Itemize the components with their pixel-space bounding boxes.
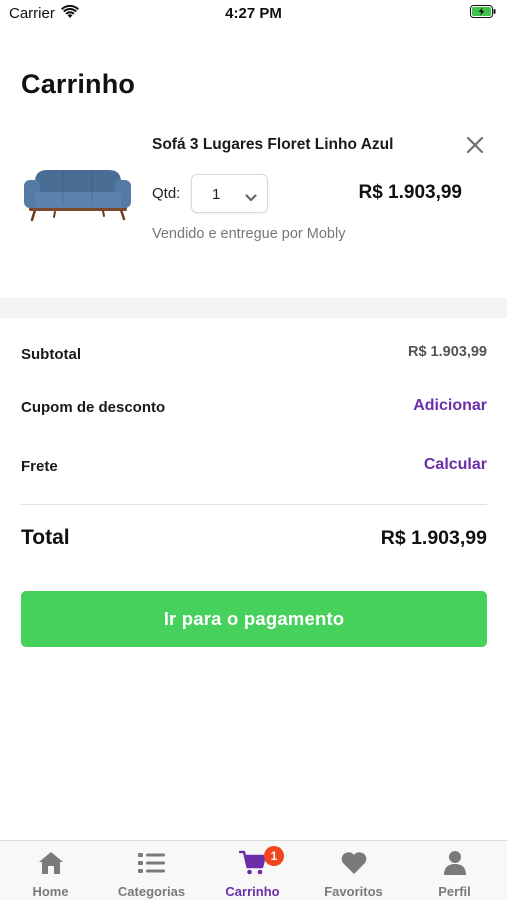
tab-label-profile: Perfil: [438, 884, 471, 899]
tab-label-favorites: Favoritos: [324, 884, 383, 899]
tab-cart[interactable]: 1 Carrinho: [202, 841, 303, 900]
status-bar: Carrier 4:27 PM: [0, 0, 507, 28]
battery-charging-icon: [470, 5, 496, 23]
checkout-button[interactable]: Ir para o pagamento: [21, 591, 487, 647]
user-icon: [440, 850, 470, 876]
quantity-value: 1: [212, 186, 221, 203]
tab-label-cart: Carrinho: [225, 884, 280, 899]
close-icon: [466, 136, 484, 154]
heart-icon: [339, 850, 369, 876]
total-label: Total: [21, 526, 70, 549]
subtotal-label: Subtotal: [21, 346, 81, 363]
tab-profile[interactable]: Perfil: [404, 841, 505, 900]
seller-info: Vendido e entregue por Mobly: [152, 226, 346, 242]
tab-categories[interactable]: Categorias: [101, 841, 202, 900]
tab-favorites[interactable]: Favoritos: [303, 841, 404, 900]
list-icon: [137, 850, 167, 876]
quantity-label: Qtd:: [152, 185, 181, 202]
add-coupon-link[interactable]: Adicionar: [413, 397, 487, 415]
product-price: R$ 1.903,99: [358, 182, 462, 203]
tab-label-home: Home: [32, 884, 69, 899]
shipping-label: Frete: [21, 458, 58, 475]
section-divider: [0, 298, 507, 318]
tab-bar: Home Categorias 1 Carrinho Favoritos Per…: [0, 840, 507, 900]
page-title: Carrinho: [21, 69, 136, 99]
sofa-product-image[interactable]: [21, 160, 133, 224]
product-name[interactable]: Sofá 3 Lugares Floret Linho Azul: [152, 136, 393, 154]
subtotal-value: R$ 1.903,99: [407, 344, 487, 360]
chevron-down-icon: [245, 189, 257, 207]
coupon-label: Cupom de desconto: [21, 399, 166, 416]
tab-home[interactable]: Home: [0, 841, 101, 900]
tab-label-categories: Categorias: [117, 884, 186, 899]
calculate-shipping-link[interactable]: Calcular: [424, 456, 487, 474]
status-time: 4:27 PM: [225, 5, 282, 22]
cart-icon: [238, 850, 268, 876]
remove-item-button[interactable]: [463, 133, 487, 157]
home-icon: [36, 850, 66, 876]
total-value: R$ 1.903,99: [380, 527, 487, 549]
cart-count-badge: 1: [264, 846, 284, 866]
quantity-select[interactable]: 1: [191, 174, 268, 213]
summary-divider: [21, 504, 487, 505]
